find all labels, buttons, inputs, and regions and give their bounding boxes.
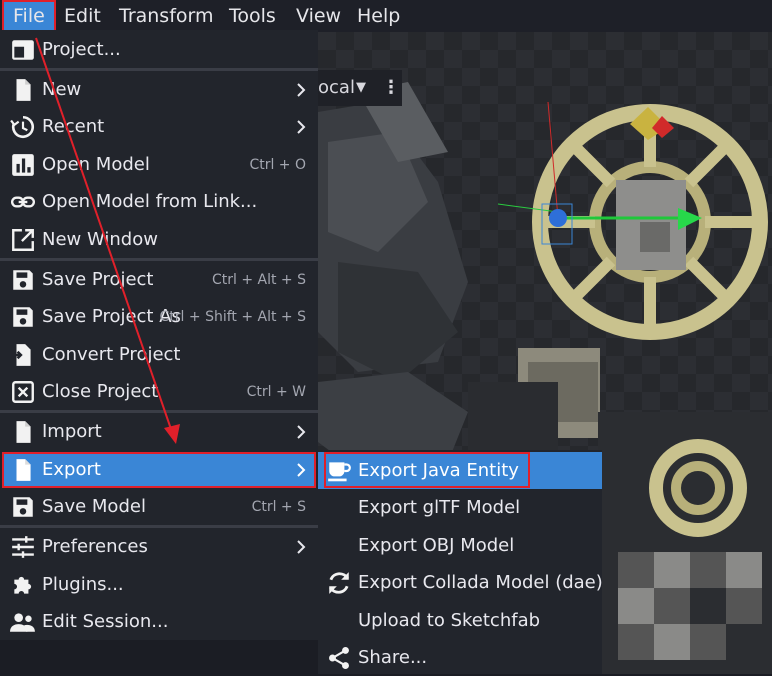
chevron-right-icon [297, 463, 306, 477]
menu-item-project[interactable]: Project... [2, 32, 316, 68]
chart-icon [12, 154, 34, 176]
menu-separator [0, 258, 318, 261]
menu-item-export-gltf[interactable]: Export glTF Model [318, 489, 602, 526]
link-icon [10, 196, 36, 208]
menu-help[interactable]: Help [357, 0, 400, 32]
menu-item-save-project[interactable]: Save Project Ctrl + Alt + S [2, 262, 316, 298]
chevron-right-icon [297, 83, 306, 97]
menu-separator [0, 525, 318, 528]
file-icon [16, 421, 31, 443]
menu-file[interactable]: File [2, 0, 56, 32]
close-box-icon [12, 381, 34, 403]
menu-item-edit-session[interactable]: Edit Session... [2, 604, 316, 640]
save-icon [13, 270, 33, 290]
menu-item-share[interactable]: Share... [318, 639, 602, 676]
project-icon [12, 40, 34, 60]
chevron-right-icon [297, 540, 306, 554]
menu-item-recent[interactable]: Recent [2, 109, 316, 145]
menu-item-new[interactable]: New [2, 72, 316, 108]
file-menu: Project... New Recent Open Model Ctrl + … [0, 30, 318, 640]
convert-icon [11, 344, 31, 366]
menu-item-import[interactable]: Import [2, 414, 316, 450]
chevron-right-icon [297, 425, 306, 439]
menu-item-upload-sketchfab[interactable]: Upload to Sketchfab [318, 602, 602, 639]
more-options-icon[interactable]: ⋮ [382, 70, 400, 106]
refresh-icon [329, 572, 349, 594]
sliders-icon [12, 536, 34, 558]
menu-item-open-model-link[interactable]: Open Model from Link... [2, 184, 316, 220]
menu-tools[interactable]: Tools [229, 0, 276, 32]
puzzle-icon [14, 576, 32, 594]
share-icon [329, 646, 349, 670]
menu-item-convert-project[interactable]: Convert Project [2, 337, 316, 373]
file-icon [16, 459, 31, 481]
menu-item-open-model[interactable]: Open Model Ctrl + O [2, 147, 316, 183]
menu-bar: File Edit Transform Tools View Help [0, 0, 772, 32]
save-icon [13, 497, 33, 517]
highlight-box-java-entity [324, 452, 530, 488]
people-icon [10, 613, 35, 632]
menu-item-new-window[interactable]: New Window [2, 222, 316, 258]
menu-item-export-collada[interactable]: Export Collada Model (dae) [318, 564, 603, 601]
menu-separator [0, 68, 318, 71]
menu-item-export-obj[interactable]: Export OBJ Model [318, 527, 602, 564]
open-new-icon [12, 229, 34, 251]
menu-item-save-project-as[interactable]: Save Project As Ctrl + Shift + Alt + S [2, 299, 316, 335]
toolbar-strip: ocal ▼ ⋮ [318, 70, 402, 106]
menu-item-export[interactable]: Export [2, 452, 316, 488]
menu-transform[interactable]: Transform [119, 0, 214, 32]
space-select[interactable]: ocal [318, 70, 355, 106]
menu-edit[interactable]: Edit [64, 0, 101, 32]
save-icon [13, 307, 33, 327]
file-icon [16, 79, 31, 101]
chevron-right-icon [297, 120, 306, 134]
menu-item-close-project[interactable]: Close Project Ctrl + W [2, 374, 316, 410]
history-icon [10, 115, 35, 139]
menu-item-plugins[interactable]: Plugins... [2, 567, 316, 603]
chevron-down-icon[interactable]: ▼ [356, 70, 366, 106]
menu-item-preferences[interactable]: Preferences [2, 529, 316, 565]
menu-item-save-model[interactable]: Save Model Ctrl + S [2, 489, 316, 525]
menu-separator [0, 410, 318, 413]
menu-view[interactable]: View [296, 0, 341, 32]
